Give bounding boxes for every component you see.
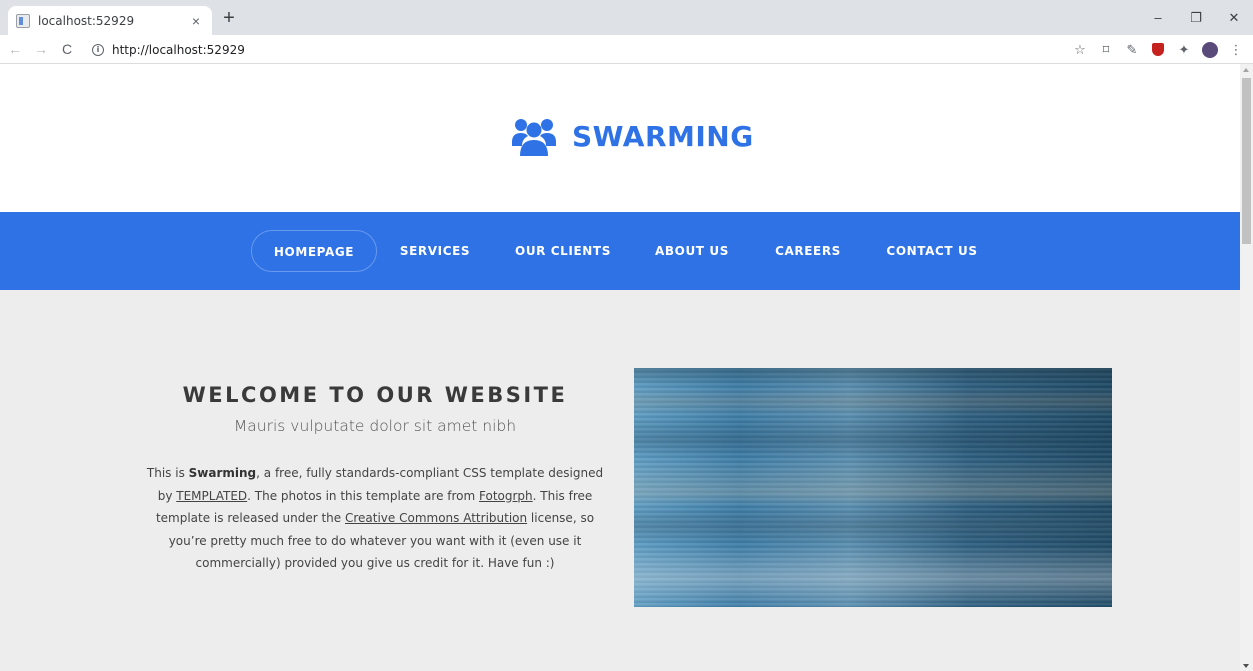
eyedropper-icon[interactable]: ✎ xyxy=(1121,39,1143,61)
brand-name: SWARMING xyxy=(572,119,754,153)
scroll-up-icon[interactable] xyxy=(1243,68,1249,72)
site-logo[interactable]: SWARMING xyxy=(512,114,754,158)
page-viewport: SWARMING HOMEPAGE SERVICES OUR CLIENTS A… xyxy=(0,64,1240,671)
minimize-button[interactable]: – xyxy=(1139,0,1177,35)
reload-button[interactable]: C xyxy=(56,38,78,60)
hero-image xyxy=(634,368,1112,607)
puzzle-icon[interactable]: ✦ xyxy=(1173,39,1195,61)
browser-toolbar: ← → C i http://localhost:52929 ☆ ⌑ ✎ ✦ ⋮ xyxy=(0,35,1253,64)
welcome-subtitle: Mauris vulputate dolor sit amet nibh xyxy=(233,417,517,435)
more-icon[interactable]: ⋮ xyxy=(1225,39,1247,61)
welcome-title: WELCOME TO OUR WEBSITE xyxy=(182,383,568,407)
url-text[interactable]: http://localhost:52929 xyxy=(112,43,245,57)
nav-our-clients[interactable]: OUR CLIENTS xyxy=(512,230,614,272)
back-button[interactable]: ← xyxy=(4,38,26,60)
paragraph-text: This is xyxy=(146,466,189,480)
tab-title: localhost:52929 xyxy=(38,13,135,28)
nav-contact-us[interactable]: CONTACT US xyxy=(884,230,980,272)
brand-bold: Swarming xyxy=(188,466,257,480)
page-scrollbar[interactable] xyxy=(1240,64,1253,671)
close-window-button[interactable]: ✕ xyxy=(1215,0,1253,35)
restore-button[interactable]: ❐ xyxy=(1177,0,1215,35)
site-header: SWARMING xyxy=(0,64,1240,212)
new-tab-button[interactable]: + xyxy=(218,8,240,30)
templated-link[interactable]: TEMPLATED xyxy=(176,489,247,503)
nav-homepage[interactable]: HOMEPAGE xyxy=(251,230,377,272)
ublock-icon[interactable] xyxy=(1147,39,1169,61)
creative-commons-link[interactable]: Creative Commons Attribution xyxy=(345,511,527,525)
nav-about-us[interactable]: ABOUT US xyxy=(652,230,732,272)
nav-services[interactable]: SERVICES xyxy=(396,230,474,272)
browser-tabstrip: localhost:52929 × + – ❐ ✕ xyxy=(0,0,1253,35)
users-group-icon xyxy=(512,119,556,156)
scroll-down-icon[interactable] xyxy=(1243,664,1249,668)
address-bar[interactable]: i http://localhost:52929 xyxy=(92,38,1052,61)
paragraph-text: . The photos in this template are from xyxy=(247,488,480,503)
page-favicon-icon xyxy=(16,13,30,28)
site-info-icon[interactable]: i xyxy=(92,43,104,56)
fotogrph-link[interactable]: Fotogrph xyxy=(479,489,533,503)
welcome-paragraph: This is Swarming, a free, fully standard… xyxy=(140,462,610,575)
welcome-section: WELCOME TO OUR WEBSITE Mauris vulputate … xyxy=(0,290,1240,671)
main-navigation: HOMEPAGE SERVICES OUR CLIENTS ABOUT US C… xyxy=(0,212,1240,290)
tab-close-icon[interactable]: × xyxy=(188,13,204,29)
nav-careers[interactable]: CAREERS xyxy=(771,230,845,272)
star-icon[interactable]: ☆ xyxy=(1069,39,1091,61)
profile-icon[interactable] xyxy=(1199,39,1221,61)
extension-toolbar: ☆ ⌑ ✎ ✦ ⋮ xyxy=(1065,38,1247,61)
scroll-thumb[interactable] xyxy=(1242,78,1251,244)
screen-capture-icon[interactable]: ⌑ xyxy=(1095,39,1117,61)
forward-button[interactable]: → xyxy=(30,38,52,60)
browser-tab[interactable]: localhost:52929 × xyxy=(8,6,212,35)
window-controls: – ❐ ✕ xyxy=(1139,0,1253,35)
